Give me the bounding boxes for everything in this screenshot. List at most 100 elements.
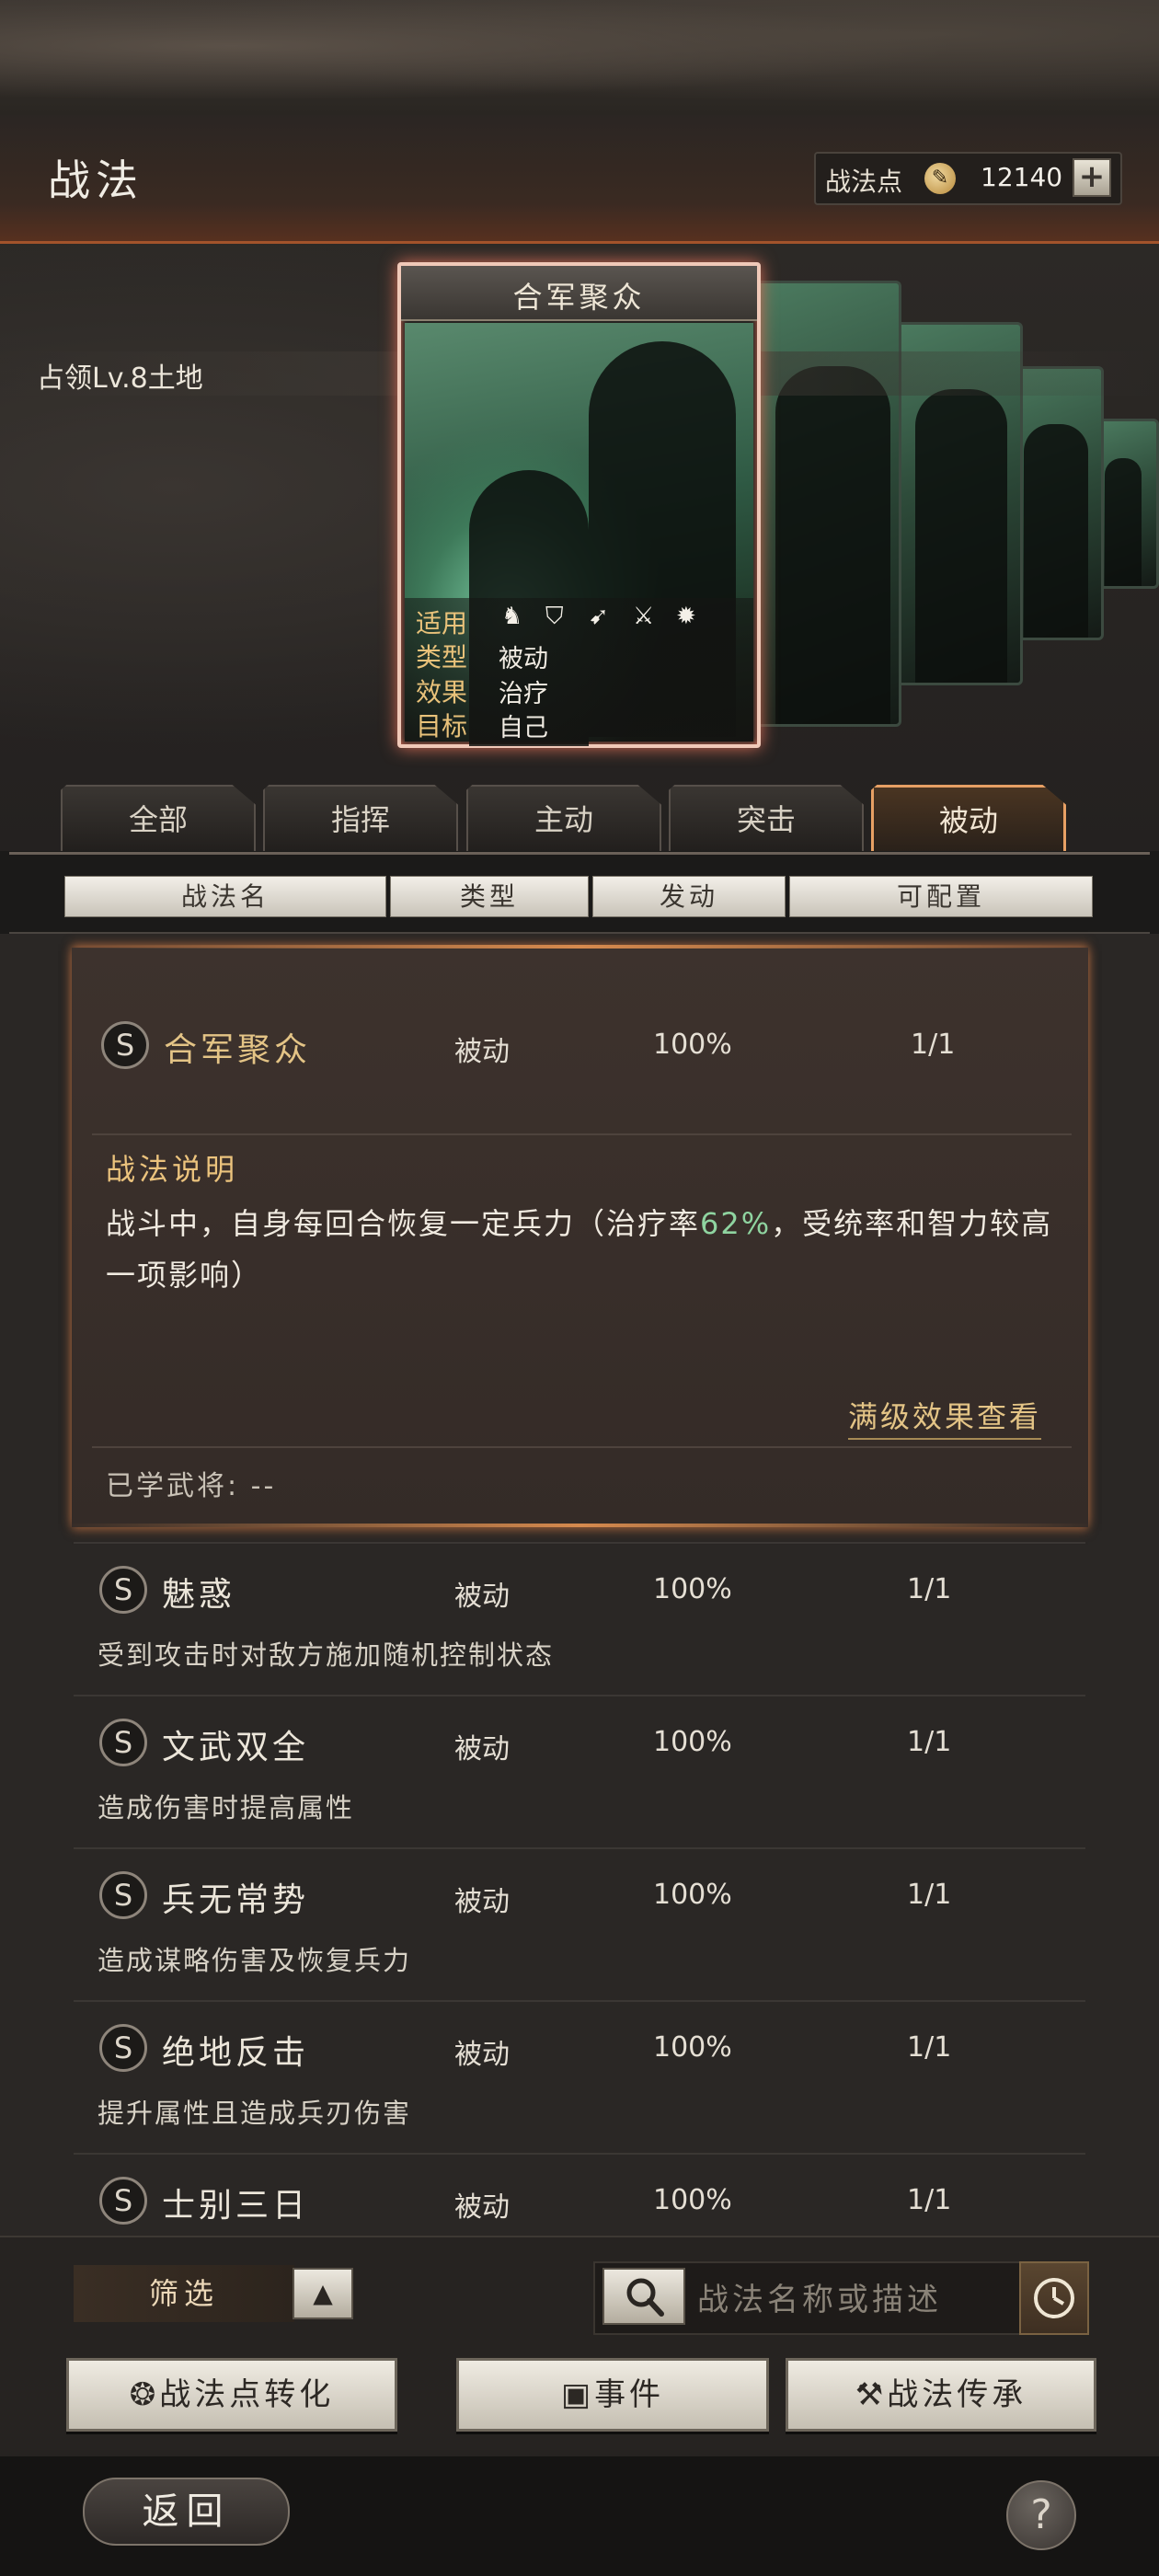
- tactic-rate: 100%: [653, 2184, 732, 2216]
- expanded-glow-bottom: [64, 1524, 1095, 1527]
- bow-icon: ➹: [589, 603, 609, 630]
- inherit-tactic-label: 战法传承: [887, 2376, 1027, 2413]
- column-header-trigger[interactable]: 发动: [592, 876, 786, 917]
- learned-generals: 已学武将: --: [106, 1470, 277, 1502]
- grade-badge: S: [99, 2177, 147, 2225]
- list-item[interactable]: S 文武双全 被动 100% 1/1 造成伤害时提高属性: [74, 1708, 1085, 1846]
- occupy-requirement-text: 占领Lv.8土地: [37, 362, 203, 395]
- tactic-type: 被动: [454, 1581, 510, 1613]
- column-header-name[interactable]: 战法名: [64, 876, 386, 917]
- tactic-type: 被动: [454, 2039, 510, 2071]
- card-title: 合军聚众: [512, 280, 646, 315]
- effect-label: 效果: [416, 677, 468, 707]
- type-value: 被动: [499, 645, 548, 673]
- help-button[interactable]: ?: [1006, 2480, 1076, 2550]
- cavalry-icon: ♞: [501, 603, 523, 630]
- grade-badge: S: [99, 1719, 147, 1766]
- tactic-name: 合军聚众: [164, 1031, 312, 1069]
- tab-command[interactable]: 指挥: [263, 785, 458, 851]
- tactic-config: 1/1: [907, 1573, 952, 1605]
- warrior-silhouette: [1105, 458, 1142, 586]
- tactic-rate: 100%: [653, 1573, 732, 1605]
- description-text: 战斗中，自身每回合恢复一定兵力（治疗率62%，受统率和智力较高一项影响）: [106, 1198, 1081, 1301]
- grade-badge: S: [99, 2024, 147, 2072]
- tactic-type: 被动: [454, 1886, 510, 1918]
- row-separator: [74, 2153, 1085, 2155]
- tactic-summary: 提升属性且造成兵刃伤害: [98, 2098, 412, 2129]
- tactic-points-value: 12140: [981, 162, 1063, 192]
- page-title: 战法: [48, 155, 143, 205]
- description-title: 战法说明: [106, 1152, 239, 1187]
- target-label: 目标: [416, 711, 468, 742]
- row-separator: [74, 1847, 1085, 1849]
- list-item[interactable]: S 士别三日 被动 100% 1/1: [74, 2166, 1085, 2236]
- expanded-separator: [92, 1133, 1072, 1135]
- history-button[interactable]: [1019, 2261, 1089, 2335]
- expanded-glow-top: [64, 945, 1095, 949]
- type-label: 类型: [416, 642, 468, 673]
- column-header-type[interactable]: 类型: [390, 876, 589, 917]
- tab-active[interactable]: 主动: [466, 785, 661, 851]
- target-value: 自己: [499, 714, 548, 742]
- list-item[interactable]: S 绝地反击 被动 100% 1/1 提升属性且造成兵刃伤害: [74, 2013, 1085, 2151]
- clock-icon: [1034, 2278, 1074, 2318]
- events-label: 事件: [594, 2376, 665, 2413]
- effect-value: 治疗: [499, 680, 548, 708]
- flame-icon: ❂: [129, 2376, 160, 2413]
- tab-all[interactable]: 全部: [61, 785, 256, 851]
- convert-points-button[interactable]: ❂战法点转化: [66, 2358, 397, 2432]
- warrior-silhouette: [1024, 424, 1088, 638]
- inherit-tactic-button[interactable]: ⚒战法传承: [786, 2358, 1096, 2432]
- shield-icon: ⛉: [545, 603, 564, 630]
- search-placeholder: 战法名称或描述: [697, 2282, 942, 2318]
- tactic-config: 1/1: [907, 2031, 952, 2064]
- tactic-summary: 受到攻击时对敌方施加随机控制状态: [98, 1639, 555, 1671]
- row-separator: [74, 2000, 1085, 2002]
- coin-icon: ✎: [924, 163, 956, 194]
- add-points-button[interactable]: +: [1073, 158, 1111, 197]
- grade-badge: S: [99, 1566, 147, 1614]
- top-decoration: [0, 0, 1159, 115]
- tactic-rate: 100%: [653, 1879, 732, 1911]
- tactic-name: 兵无常势: [162, 1881, 310, 1919]
- tactic-type: 被动: [454, 2191, 510, 2224]
- row-separator: [74, 1542, 1085, 1544]
- events-button[interactable]: ▣事件: [456, 2358, 769, 2432]
- tab-assault[interactable]: 突击: [669, 785, 864, 851]
- heal-rate-value: 62%: [700, 1206, 772, 1241]
- grade-badge: S: [101, 1021, 149, 1069]
- tactic-config: 1/1: [907, 2184, 952, 2216]
- tactic-rate: 100%: [653, 1726, 732, 1758]
- tactic-config: 1/1: [907, 1726, 952, 1758]
- card-back-1[interactable]: [754, 281, 901, 727]
- tactic-config: 1/1: [907, 1879, 952, 1911]
- applicable-label: 适用: [416, 608, 468, 638]
- hammer-icon: ⚒: [855, 2376, 888, 2413]
- tactic-name: 魅惑: [162, 1576, 236, 1614]
- search-button[interactable]: [602, 2268, 685, 2325]
- filter-button[interactable]: 筛选: [74, 2265, 294, 2322]
- tactic-name: 士别三日: [162, 2187, 310, 2225]
- tactic-type: 被动: [454, 1036, 510, 1068]
- tactic-rate: 100%: [653, 1029, 732, 1061]
- tab-passive[interactable]: 被动: [871, 785, 1066, 851]
- tactic-points-label: 战法点: [825, 167, 903, 197]
- list-item[interactable]: S 兵无常势 被动 100% 1/1 造成谋略伤害及恢复兵力: [74, 1860, 1085, 1998]
- warrior-silhouette: [775, 366, 890, 724]
- convert-points-label: 战法点转化: [159, 2376, 335, 2413]
- grade-badge: S: [99, 1871, 147, 1919]
- siege-icon: ✹: [676, 603, 696, 630]
- tactic-config: 1/1: [911, 1029, 956, 1061]
- description-prefix: 战斗中，自身每回合恢复一定兵力（治疗率: [106, 1206, 701, 1241]
- tactic-name: 文武双全: [162, 1729, 310, 1766]
- back-button[interactable]: 返回: [83, 2478, 290, 2546]
- list-item[interactable]: S 魅惑 被动 100% 1/1 受到攻击时对敌方施加随机控制状态: [74, 1555, 1085, 1693]
- tactic-type: 被动: [454, 1733, 510, 1765]
- spear-icon: ⚔: [633, 603, 655, 630]
- tactic-rate: 100%: [653, 2031, 732, 2064]
- triangle-up-icon[interactable]: ▲: [293, 2268, 353, 2319]
- tactic-summary: 造成伤害时提高属性: [98, 1792, 355, 1823]
- column-header-config[interactable]: 可配置: [789, 876, 1093, 917]
- max-level-effect-link[interactable]: 满级效果查看: [848, 1394, 1042, 1440]
- warrior-silhouette: [915, 389, 1007, 683]
